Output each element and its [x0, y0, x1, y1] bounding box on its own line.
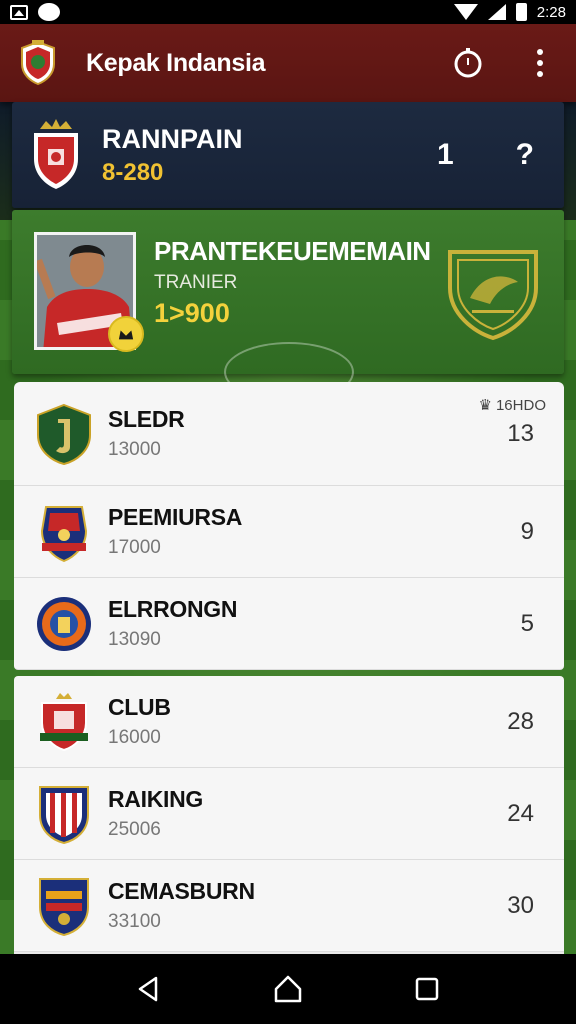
- ranking-title: RANNPAIN: [102, 123, 243, 154]
- help-button[interactable]: ?: [516, 138, 534, 172]
- team-row[interactable]: PEEMIURSA 17000 9: [14, 486, 564, 578]
- recents-icon: [415, 977, 438, 1001]
- team-crest-icon: [39, 877, 89, 936]
- captain-badge-icon: [108, 316, 144, 352]
- team-name: ELRRONGN: [108, 596, 238, 622]
- team-crest-icon: [39, 785, 89, 844]
- team-points: 13090: [108, 629, 161, 650]
- team-name: CEMASBURN: [108, 878, 255, 904]
- team-row[interactable]: ♛ 16HDO SLEDR 13000 13: [14, 382, 564, 486]
- team-row[interactable]: ELRRONGN 13090 5: [14, 578, 564, 670]
- timer-icon: [454, 48, 482, 78]
- team-name: CLUB: [108, 694, 171, 720]
- app-title: Kepak Indansia: [86, 48, 266, 77]
- team-rank: 5: [520, 609, 534, 637]
- home-button[interactable]: [268, 969, 308, 1009]
- system-nav-bar: [0, 954, 576, 1024]
- team-rank: 24: [507, 799, 534, 827]
- team-name: PEEMIURSA: [108, 504, 243, 530]
- status-time: 2:28: [536, 3, 566, 21]
- image-icon: [10, 4, 28, 20]
- team-name: SLEDR: [108, 406, 185, 432]
- wifi-icon: [453, 4, 478, 20]
- ranking-position: 1: [436, 138, 454, 171]
- team-row[interactable]: CLUB 16000 28: [14, 676, 564, 768]
- player-role: TRANIER: [154, 272, 238, 293]
- team-rank: 28: [507, 707, 534, 735]
- team-ranking-list: ♛ 16HDO SLEDR 13000 13 PEEMIURSA 17000 9: [14, 382, 564, 962]
- featured-player-card[interactable]: PRANTEKEUEMEMAIN TRANIER 1>900: [12, 210, 564, 402]
- player-value: 1>900: [154, 298, 230, 328]
- player-name: PRANTEKEUEMEMAIN: [154, 236, 431, 266]
- team-crest-icon: [40, 692, 88, 751]
- ranking-subtitle: 8-280: [102, 158, 164, 186]
- ranking-header-card[interactable]: RANNPAIN 8-280 1 ?: [12, 102, 564, 208]
- status-bar: 2:28: [0, 0, 576, 24]
- club-crest-icon: [34, 119, 78, 189]
- league-crest-icon: [448, 250, 538, 341]
- team-crest-icon: [37, 403, 91, 465]
- trophy-icon: ♛: [478, 397, 492, 414]
- more-options-button[interactable]: [522, 45, 558, 81]
- team-rank: 30: [507, 891, 534, 919]
- team-crest-icon: [37, 596, 91, 651]
- team-row[interactable]: CEMASBURN 33100 30: [14, 860, 564, 952]
- signal-icon: [487, 4, 506, 20]
- timer-button[interactable]: [450, 45, 486, 81]
- team-rank: 13: [507, 419, 534, 447]
- back-icon: [139, 976, 158, 1002]
- team-points: 16000: [108, 727, 161, 748]
- battery-icon: [515, 3, 527, 21]
- team-points: 25006: [108, 819, 161, 840]
- messenger-icon: [38, 3, 60, 21]
- team-points: 33100: [108, 911, 161, 932]
- list-header-label: 16HDO: [495, 396, 546, 414]
- team-points: 17000: [108, 537, 161, 558]
- more-vert-icon: [537, 49, 543, 77]
- team-row[interactable]: RAIKING 25006 24: [14, 768, 564, 860]
- list-header-badge: ♛ 16HDO: [478, 396, 546, 415]
- home-icon: [274, 975, 302, 1003]
- back-button[interactable]: [129, 969, 169, 1009]
- team-points: 13000: [108, 439, 161, 460]
- team-name: RAIKING: [108, 786, 204, 812]
- app-bar: Kepak Indansia: [0, 24, 576, 102]
- recents-button[interactable]: [407, 969, 447, 1009]
- team-crest-icon: [40, 505, 88, 562]
- club-logo-icon[interactable]: [18, 40, 58, 86]
- team-rank: 9: [520, 517, 534, 545]
